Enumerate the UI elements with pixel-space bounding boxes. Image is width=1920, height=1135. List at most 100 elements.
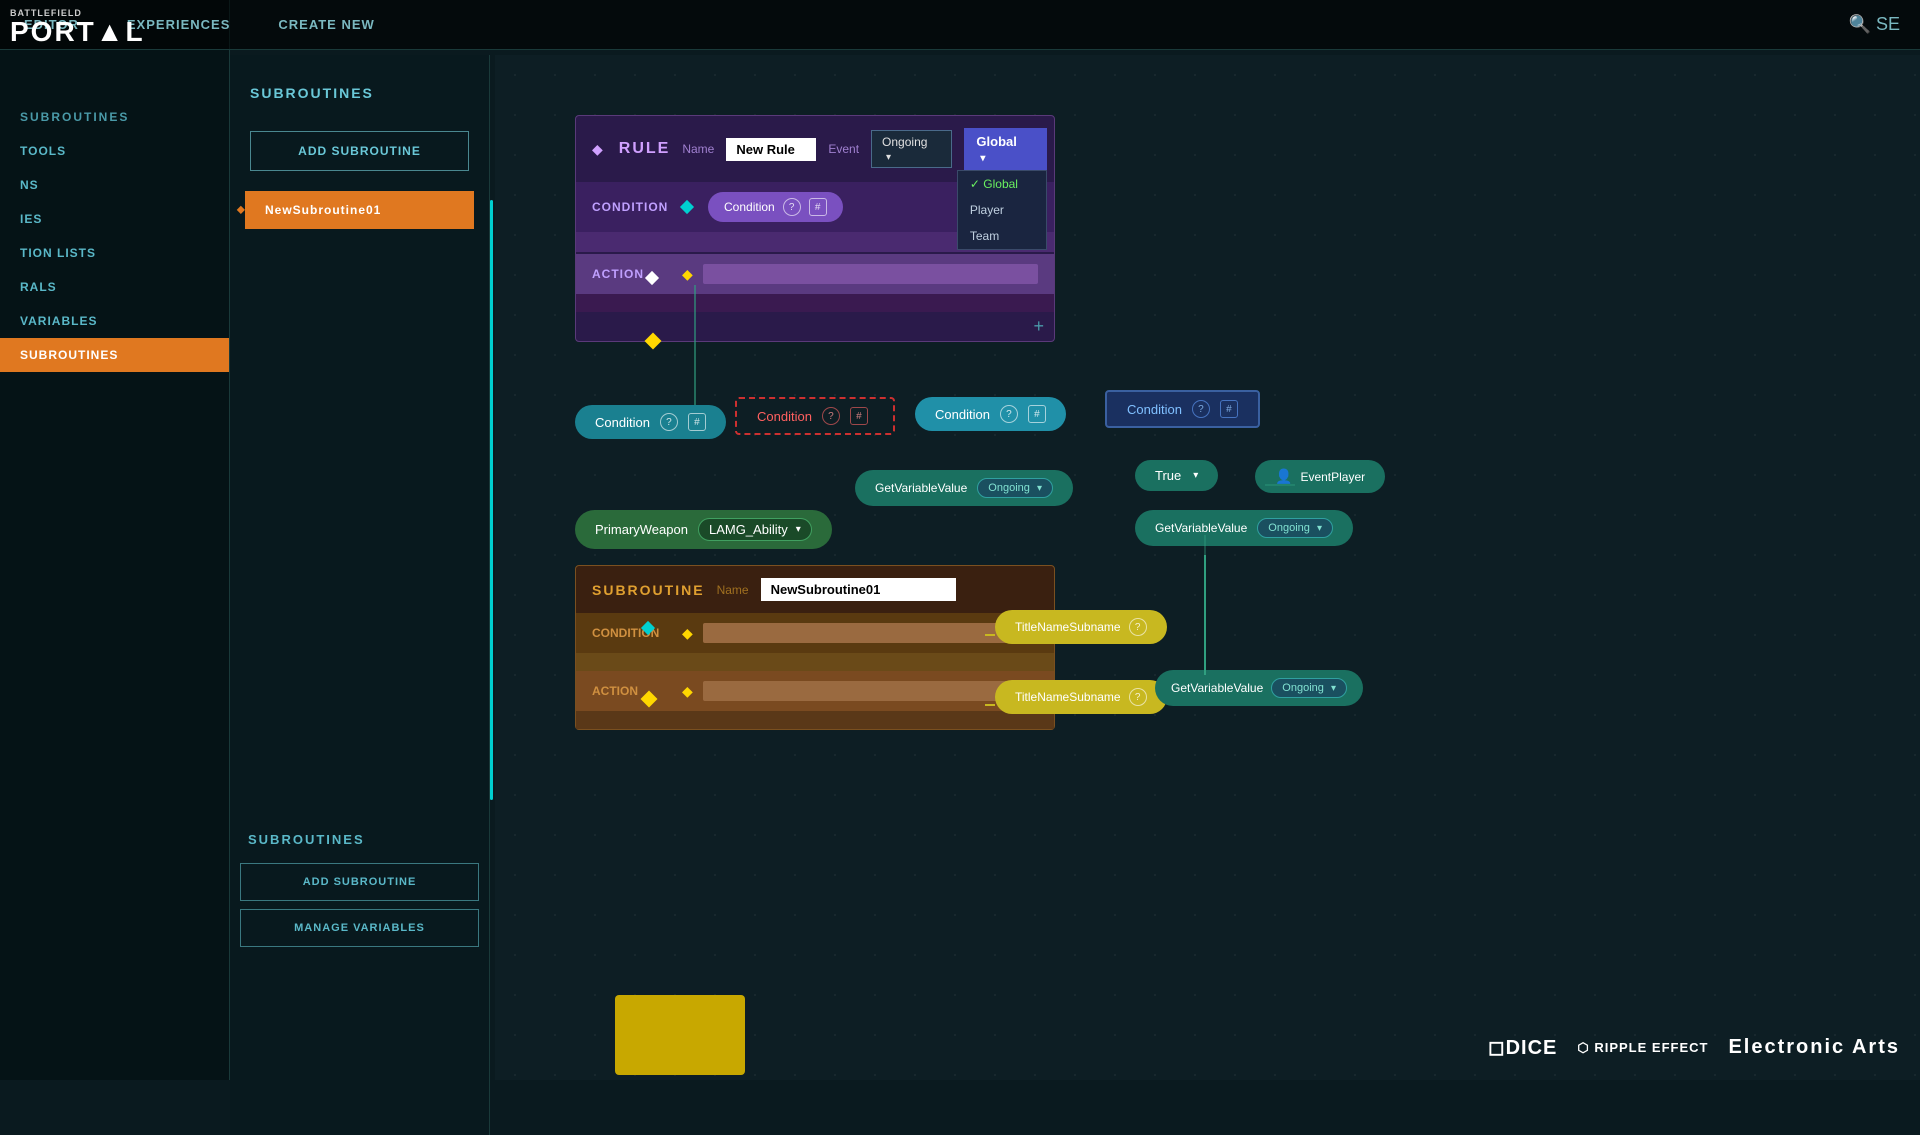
float-condition-red[interactable]: Condition ? # <box>735 397 895 435</box>
float-condition-cyan-label: Condition <box>595 415 650 430</box>
q-icon-title1[interactable]: ? <box>1129 618 1147 636</box>
ongoing-label-3: Ongoing <box>1282 682 1324 694</box>
sub-action-diamond: ◆ <box>682 683 693 700</box>
q-icon-2[interactable]: ? <box>822 407 840 425</box>
caret-lamg: ▾ <box>796 524 801 535</box>
global-dropdown-menu: Global Player Team <box>957 170 1047 250</box>
q-icon-title2[interactable]: ? <box>1129 688 1147 706</box>
title-node-2-label: TitleNameSubname <box>1015 690 1121 704</box>
get-var-green-node[interactable]: GetVariableValue Ongoing ▾ <box>1155 670 1363 706</box>
option-team[interactable]: Team <box>958 223 1046 249</box>
yellow-block <box>615 995 745 1075</box>
ea-logo: Electronic Arts <box>1728 1036 1900 1059</box>
sub-condition-label: CONDITION <box>592 626 672 640</box>
dice-logo: ◻DICE <box>1488 1035 1557 1060</box>
subroutines-title: SUBROUTINES <box>230 75 489 121</box>
rule-event-label: Event <box>828 142 859 156</box>
title-node-2[interactable]: TitleNameSubname ? <box>995 680 1167 714</box>
sidebar-item-variables[interactable]: VARIABLES <box>0 304 229 338</box>
nav-create-new[interactable]: CREATE NEW <box>254 17 398 32</box>
sub-action-label: ACTION <box>592 684 672 698</box>
hash-icon-2[interactable]: # <box>850 407 868 425</box>
subroutine-header: SUBROUTINE Name <box>576 566 1054 613</box>
branding-footer: ◻DICE ⬡ RIPPLE EFFECT Electronic Arts <box>1488 1035 1900 1060</box>
sub-condition-diamond: ◆ <box>682 625 693 642</box>
search-icon[interactable]: 🔍 SE <box>1849 14 1900 35</box>
hash-icon-4[interactable]: # <box>1220 400 1238 418</box>
event-player-label: EventPlayer <box>1300 470 1365 484</box>
event-player-node[interactable]: 👤 EventPlayer <box>1255 460 1385 493</box>
global-label: Global <box>976 134 1016 149</box>
float-condition-red-label: Condition <box>757 409 812 424</box>
global-dropdown-container: Global ▾ Global Player Team <box>964 128 1046 170</box>
sub-condition-spacer <box>576 653 1054 671</box>
sidebar: SUBROUTINES TOOLS NS IES TION LISTS RALS… <box>0 0 230 1080</box>
title-node-1-label: TitleNameSubname <box>1015 620 1121 634</box>
sidebar-item-subroutines[interactable]: SUBROUTINES <box>0 338 229 372</box>
caret-ongoing-2: ▾ <box>1317 523 1322 534</box>
option-global[interactable]: Global <box>958 171 1046 197</box>
condition-node[interactable]: Condition ? # <box>708 192 843 222</box>
sidebar-item-tion-lists[interactable]: TION LISTS <box>0 236 229 270</box>
float-condition-dark-blue[interactable]: Condition ? # <box>1105 390 1260 428</box>
get-variable-node-2[interactable]: GetVariableValue Ongoing ▾ <box>1135 510 1353 546</box>
primary-weapon-node[interactable]: PrimaryWeapon LAMG_Ability ▾ <box>575 510 832 549</box>
ripple-effect-logo: ⬡ RIPPLE EFFECT <box>1577 1040 1708 1056</box>
sub-action-spacer <box>576 711 1054 729</box>
sidebar-item-ies[interactable]: IES <box>0 202 229 236</box>
subroutine-label: SUBROUTINE <box>592 582 705 598</box>
sub-name-label: Name <box>717 583 749 597</box>
q-icon-1[interactable]: ? <box>660 413 678 431</box>
q-icon-3[interactable]: ? <box>1000 405 1018 423</box>
rule-diamond: ◆ <box>592 141 603 158</box>
caret-ongoing: ▾ <box>1037 483 1042 494</box>
action-diamond-icon: ◆ <box>682 266 693 283</box>
top-nav: EDITOR EXPERIENCES CREATE NEW 🔍 SE <box>0 0 1920 50</box>
title-node-1[interactable]: TitleNameSubname ? <box>995 610 1167 644</box>
float-condition-lb-label: Condition <box>935 407 990 422</box>
rule-name-label: Name <box>682 142 714 156</box>
manage-variables-button[interactable]: MANAGE VARIABLES <box>240 909 479 947</box>
ongoing-badge-3[interactable]: Ongoing ▾ <box>1271 678 1347 698</box>
logo: BATTLEFIELD PORT▲L <box>10 8 145 46</box>
subroutine-item-01[interactable]: NewSubroutine01 <box>245 191 474 229</box>
float-condition-cyan[interactable]: Condition ? # <box>575 405 726 439</box>
lamg-dropdown[interactable]: LAMG_Ability ▾ <box>698 518 812 541</box>
sidebar-item-tools[interactable]: TOOLS <box>0 134 229 168</box>
condition-diamond <box>680 200 694 214</box>
get-var-label: GetVariableValue <box>875 481 967 495</box>
sub-action-bar <box>703 681 1038 701</box>
sidebar-label: SUBROUTINES <box>0 100 229 134</box>
rule-name-input[interactable] <box>726 138 816 161</box>
bottom-add-subroutine-button[interactable]: ADD SUBROUTINE <box>240 863 479 901</box>
option-player[interactable]: Player <box>958 197 1046 223</box>
subroutine-name-input[interactable] <box>761 578 956 601</box>
get-var-label-2: GetVariableValue <box>1155 521 1247 535</box>
true-label: True <box>1155 468 1181 483</box>
ongoing-label: Ongoing <box>988 482 1030 494</box>
add-subroutine-button[interactable]: ADD SUBROUTINE <box>250 131 469 171</box>
question-icon[interactable]: ? <box>783 198 801 216</box>
lamg-label: LAMG_Ability <box>709 522 788 537</box>
ongoing-badge[interactable]: Ongoing ▾ <box>977 478 1053 498</box>
rule-event-dropdown[interactable]: Ongoing ▾ <box>871 130 952 168</box>
ongoing-label-2: Ongoing <box>1268 522 1310 534</box>
caret-down-icon-2: ▾ <box>980 153 985 164</box>
caret-down-icon: ▾ <box>886 152 891 163</box>
hash-icon[interactable]: # <box>809 198 827 216</box>
sidebar-item-rals[interactable]: RALS <box>0 270 229 304</box>
subroutines-panel: SUBROUTINES ADD SUBROUTINE NewSubroutine… <box>230 55 490 1135</box>
hash-icon-1[interactable]: # <box>688 413 706 431</box>
global-dropdown[interactable]: Global ▾ <box>964 128 1046 170</box>
ongoing-badge-2[interactable]: Ongoing ▾ <box>1257 518 1333 538</box>
get-var-green-label: GetVariableValue <box>1171 681 1263 695</box>
get-variable-node[interactable]: GetVariableValue Ongoing ▾ <box>855 470 1073 506</box>
rule-block: ◆ RULE Name Event Ongoing ▾ Global ▾ Glo… <box>575 115 1055 342</box>
condition-label: CONDITION <box>592 200 672 214</box>
q-icon-4[interactable]: ? <box>1192 400 1210 418</box>
hash-icon-3[interactable]: # <box>1028 405 1046 423</box>
float-condition-light-blue[interactable]: Condition ? # <box>915 397 1066 431</box>
sidebar-item-ns[interactable]: NS <box>0 168 229 202</box>
action-bar-bottom <box>576 294 1054 312</box>
true-dropdown[interactable]: True ▾ <box>1135 460 1218 491</box>
